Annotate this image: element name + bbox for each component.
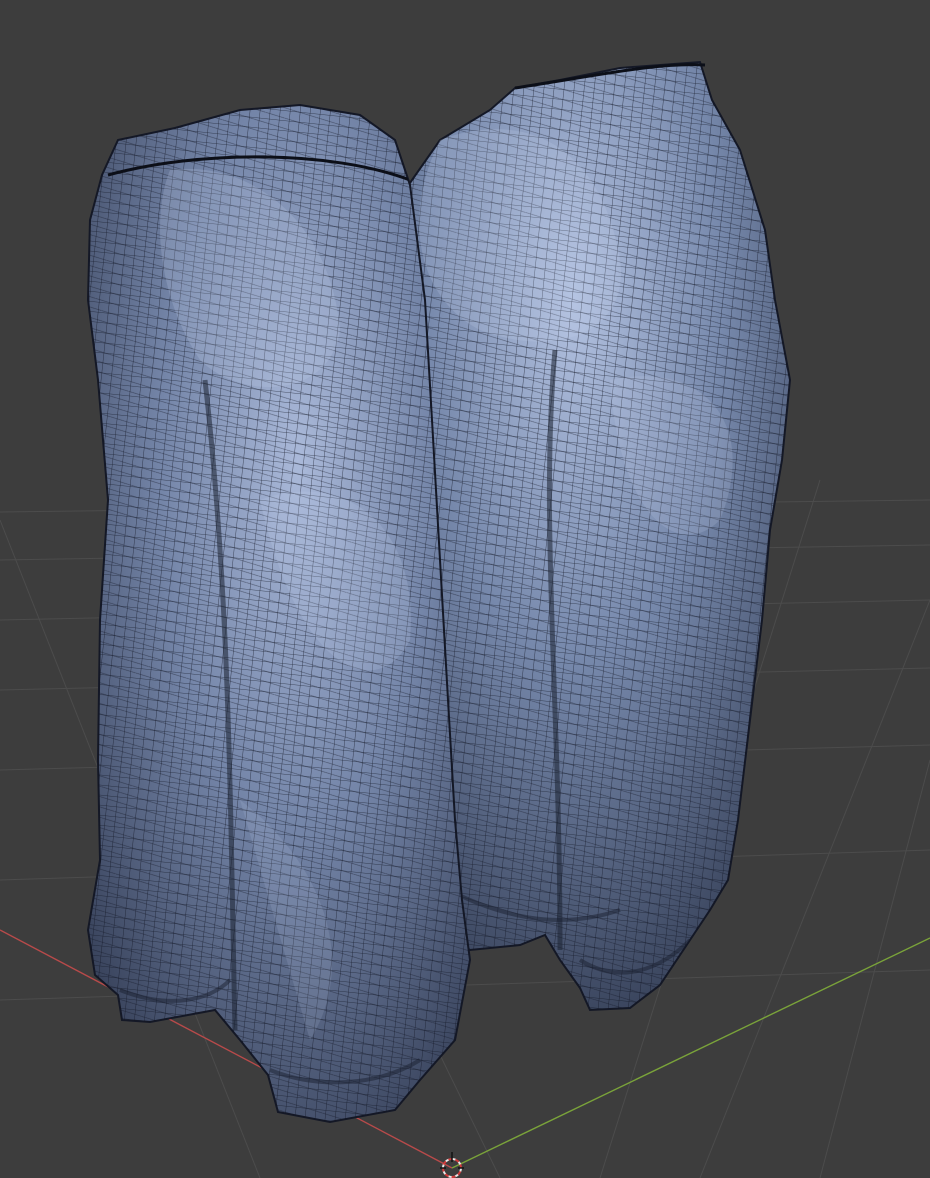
y-axis-line [451, 937, 930, 1169]
viewport-canvas[interactable] [0, 0, 930, 1178]
3d-cursor-icon[interactable] [440, 1152, 464, 1178]
pants-left-mesh[interactable] [80, 100, 480, 1130]
3d-viewport[interactable] [0, 0, 930, 1178]
